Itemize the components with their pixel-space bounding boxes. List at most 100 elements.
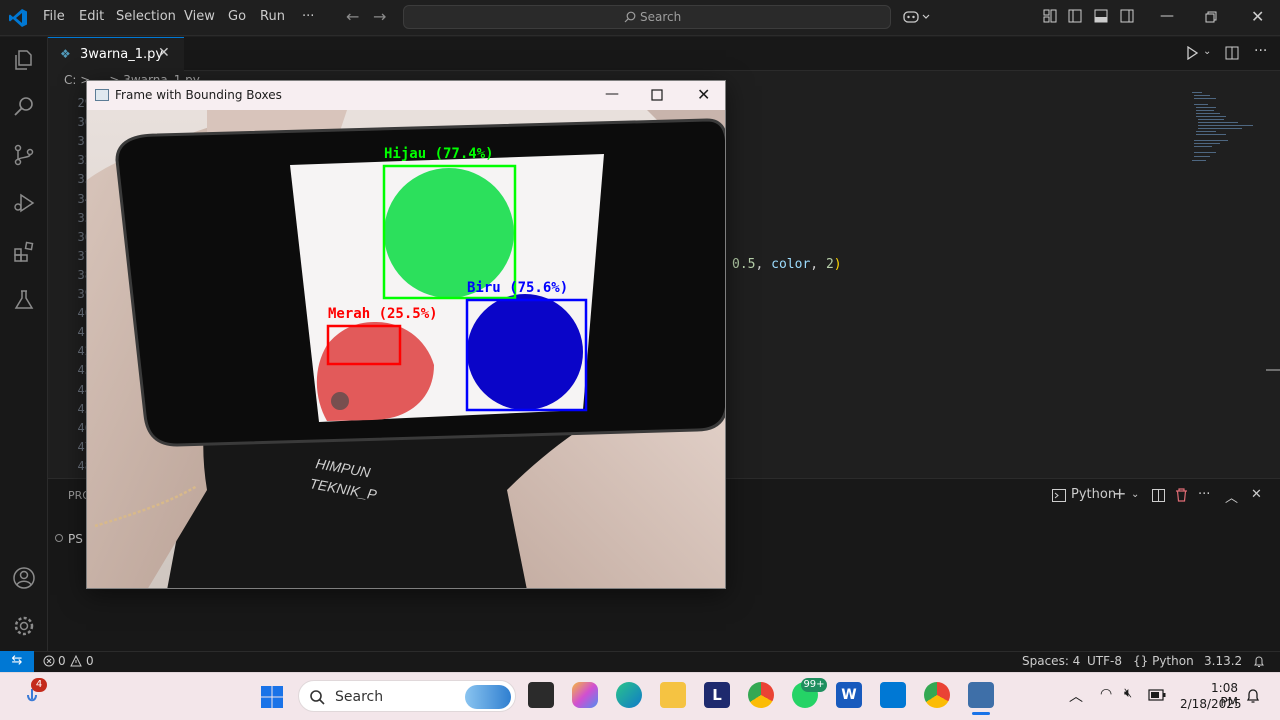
close-icon[interactable]: ✕ (1251, 7, 1264, 26)
search-sidebar-icon[interactable] (12, 94, 36, 118)
close-panel-icon[interactable]: ✕ (1251, 487, 1262, 502)
cv-window-title: Frame with Bounding Boxes (115, 88, 282, 102)
python-file-icon: ❖ (60, 47, 71, 61)
taskbar-app-terminal-icon[interactable] (528, 682, 554, 708)
camera-frame: HIMPUN TEKNIK_P Hijau (77.4%) Biru (75.6… (87, 110, 725, 588)
activity-bar (0, 37, 48, 651)
notification-center-icon[interactable] (1246, 688, 1260, 704)
menu-run[interactable]: Run (260, 9, 285, 24)
manage-gear-icon[interactable] (12, 614, 36, 638)
bbox-label-red: Merah (25.5%) (328, 306, 438, 322)
menu-go[interactable]: Go (228, 9, 246, 24)
run-and-debug-icon[interactable] (12, 191, 36, 215)
search-label: Search (640, 10, 682, 24)
menu-edit[interactable]: Edit (79, 9, 104, 24)
clock-date[interactable]: 2/18/2025 (1180, 697, 1242, 711)
opencv-frame-window[interactable]: Frame with Bounding Boxes — ✕ HIMPUN TEK… (86, 80, 726, 589)
accounts-icon[interactable] (12, 566, 36, 590)
taskbar-app-edge-icon[interactable] (616, 682, 642, 708)
taskbar-app-vscode-icon[interactable] (880, 682, 906, 708)
taskbar-app-python-window-icon[interactable] (968, 682, 994, 708)
blue-circle (467, 294, 583, 410)
warnings-icon[interactable] (70, 655, 82, 667)
cv-close-icon[interactable]: ✕ (697, 85, 710, 104)
copilot-icon[interactable] (903, 10, 931, 24)
green-circle (384, 168, 514, 298)
battery-icon[interactable] (1148, 689, 1166, 701)
remote-indicator-icon[interactable]: ⇆ (0, 651, 34, 672)
restore-icon[interactable] (1205, 11, 1217, 23)
new-terminal-plus-icon[interactable]: + (1113, 484, 1126, 503)
split-editor-icon[interactable] (1225, 46, 1239, 60)
taskbar-app-copilot-icon[interactable] (572, 682, 598, 708)
toggle-secondary-sidebar-icon[interactable] (1120, 9, 1134, 23)
terminal-shell-label[interactable]: Python (1071, 487, 1116, 502)
cv-window-app-icon (95, 89, 109, 101)
notifications-bell-icon[interactable] (1253, 655, 1265, 668)
taskbar-app-word-icon[interactable]: W (836, 682, 862, 708)
code-number: 2 (825, 257, 834, 272)
language-mode-status[interactable]: {} Python (1133, 654, 1194, 668)
editor-scrollbar-marker[interactable] (1266, 369, 1280, 371)
taskbar-search-label: Search (335, 689, 384, 705)
toggle-primary-sidebar-icon[interactable] (1068, 9, 1082, 23)
taskbar-search-icon (310, 690, 325, 705)
tab-3warna-py[interactable]: ❖ 3warna_1.py ✕ (48, 37, 184, 71)
taskbar-search-box[interactable]: Search (298, 680, 516, 712)
encoding-status[interactable]: UTF-8 (1087, 654, 1122, 668)
menu-file[interactable]: File (43, 9, 65, 24)
cv-window-titlebar[interactable]: Frame with Bounding Boxes — ✕ (87, 81, 725, 110)
editor-tab-bar (48, 37, 1280, 71)
search-icon (624, 11, 636, 23)
errors-count[interactable]: 0 (58, 654, 66, 668)
cv-maximize-icon[interactable] (651, 89, 663, 101)
source-control-icon[interactable] (12, 143, 36, 167)
vscode-logo-icon[interactable] (8, 8, 28, 28)
wifi-icon[interactable]: ◠ (1100, 686, 1112, 702)
python-version-status[interactable]: 3.13.2 (1204, 654, 1242, 668)
explorer-icon[interactable] (12, 48, 36, 72)
menu-selection[interactable]: Selection (116, 9, 176, 24)
code-number: 0.5 (732, 257, 756, 272)
taskbar-app-chrome-profile-icon[interactable] (924, 682, 950, 708)
warnings-count[interactable]: 0 (86, 654, 94, 668)
testing-flask-icon[interactable] (12, 288, 36, 312)
run-dropdown-chevron-icon[interactable]: ⌄ (1203, 46, 1211, 57)
customize-layout-icon[interactable] (1043, 9, 1057, 23)
taskbar-app-l-icon[interactable]: L (704, 682, 730, 708)
command-center-search[interactable]: Search (403, 5, 891, 29)
start-windows-icon[interactable] (260, 685, 284, 709)
code-variable: color (771, 257, 811, 272)
run-python-file-icon[interactable] (1186, 46, 1198, 60)
maximize-panel-chevron-icon[interactable]: ︿ (1225, 487, 1238, 506)
errors-icon[interactable] (43, 655, 55, 667)
show-hidden-icons-chevron-icon[interactable]: ︿ (1069, 686, 1083, 706)
screen-rotate-icon (331, 392, 349, 410)
menu-view[interactable]: View (184, 9, 215, 24)
volume-muted-icon[interactable]: 🔇︎ (1124, 686, 1132, 701)
taskbar-app-file-explorer-icon[interactable] (660, 682, 686, 708)
code-line-fragment[interactable]: 0.5, color, 2) (732, 257, 842, 272)
forward-arrow-icon[interactable]: → (373, 7, 386, 26)
terminal-prompt[interactable]: PS (68, 532, 83, 546)
terminal-status-circle-icon (55, 534, 63, 542)
extensions-icon[interactable] (12, 240, 36, 264)
active-app-indicator (972, 712, 990, 715)
minimap[interactable] (1190, 90, 1260, 170)
indentation-status[interactable]: Spaces: 4 (1022, 654, 1080, 668)
tab-close-icon[interactable]: ✕ (158, 45, 170, 61)
minimize-icon[interactable]: — (1160, 8, 1174, 24)
cv-minimize-icon[interactable]: — (605, 86, 619, 102)
editor-more-actions-icon[interactable]: ··· (1254, 43, 1267, 59)
bbox-label-green: Hijau (77.4%) (384, 146, 494, 162)
panel-more-icon[interactable]: ··· (1198, 487, 1210, 502)
bbox-label-blue: Biru (75.6%) (467, 280, 568, 296)
back-arrow-icon[interactable]: ← (346, 7, 359, 26)
split-terminal-icon[interactable] (1152, 489, 1165, 502)
taskbar-app-chrome-icon[interactable] (748, 682, 774, 708)
code-sep: , (755, 257, 772, 272)
kill-terminal-trash-icon[interactable] (1175, 488, 1188, 502)
terminal-dropdown-chevron-icon[interactable]: ⌄ (1131, 489, 1139, 500)
menu-more[interactable]: ··· (302, 9, 314, 24)
toggle-panel-icon[interactable] (1094, 9, 1108, 23)
